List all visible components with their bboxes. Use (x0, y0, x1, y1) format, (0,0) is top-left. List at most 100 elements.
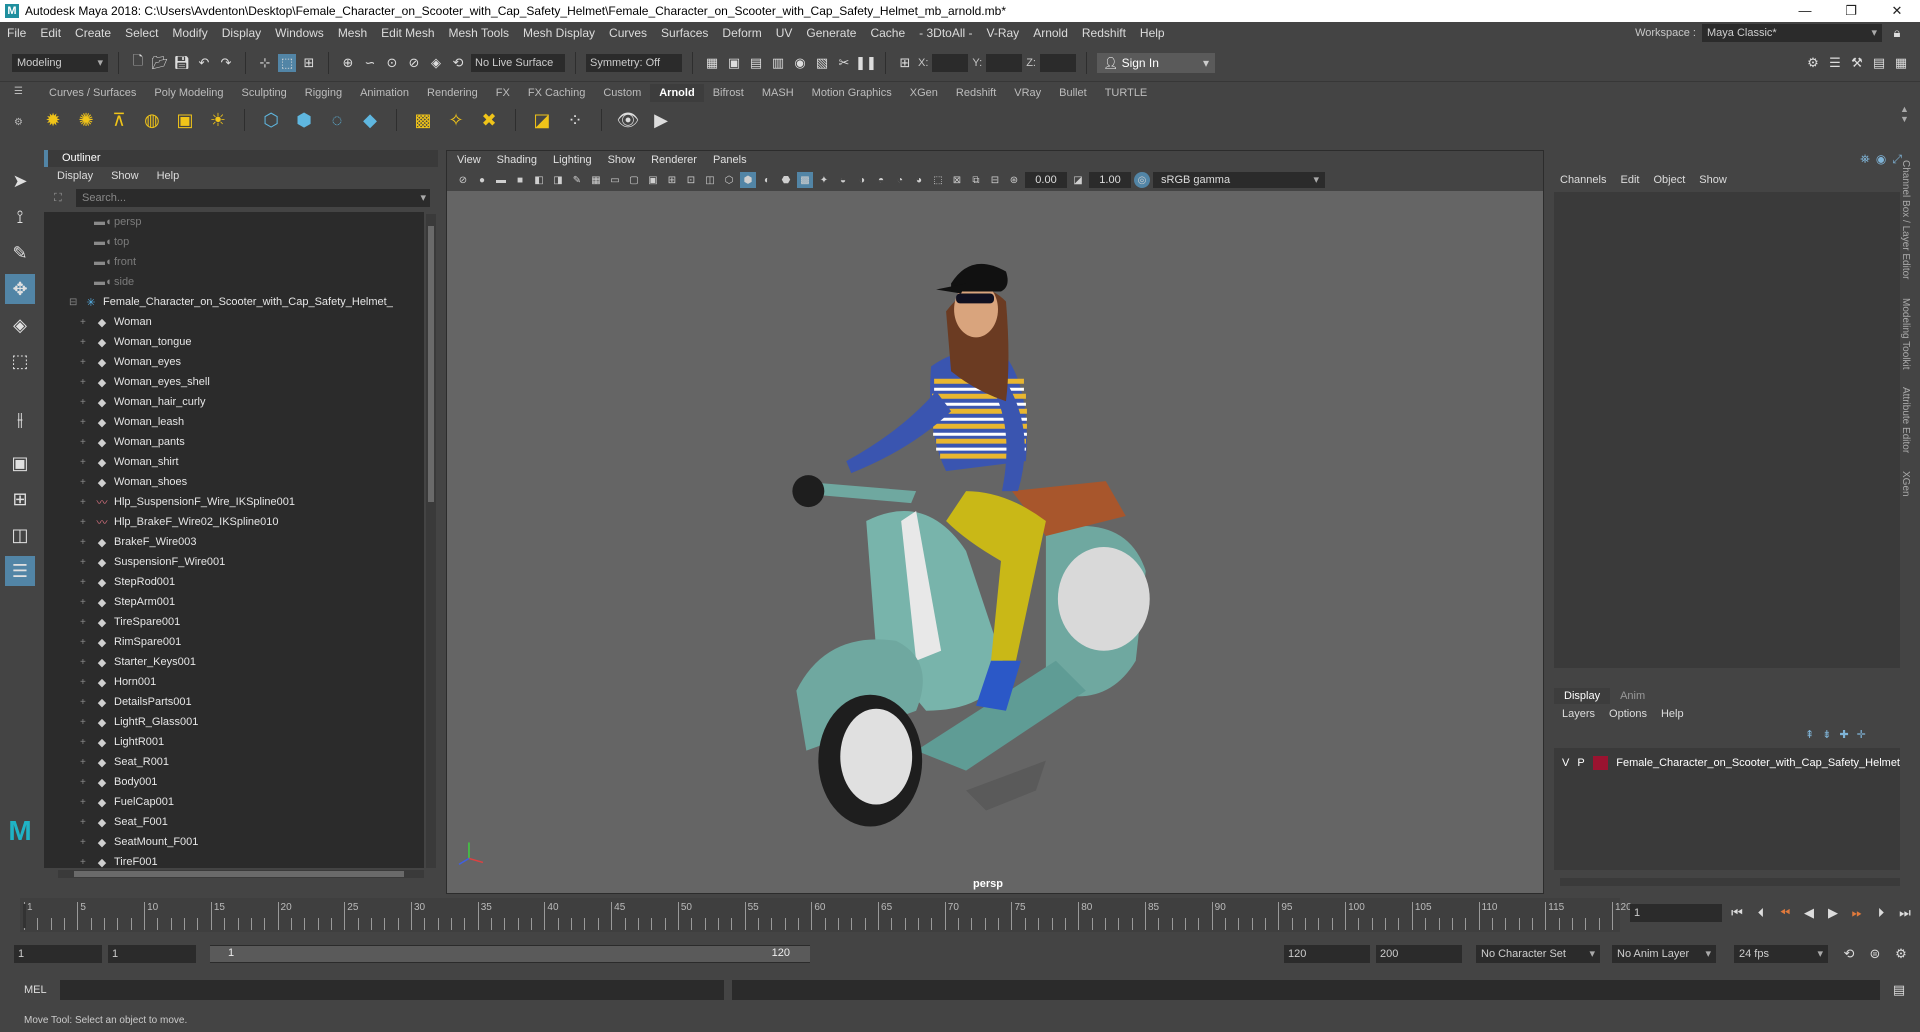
side-tab-xgen[interactable]: XGen (1900, 471, 1911, 497)
new-scene-icon[interactable]: 🗋 (129, 53, 147, 72)
shelf-tab-poly-modeling[interactable]: Poly Modeling (145, 84, 232, 102)
render-view-icon[interactable]: ▦ (703, 54, 721, 72)
shadows-icon[interactable]: ◒ (835, 172, 851, 188)
color-management-icon[interactable]: ◎ (1134, 172, 1150, 188)
exposure-field[interactable]: 0.00 (1025, 172, 1067, 188)
step-forward-frame-icon[interactable]: ⏩︎ (1848, 904, 1866, 922)
layer-name[interactable]: Female_Character_on_Scooter_with_Cap_Saf… (1616, 757, 1900, 769)
outliner-item[interactable]: ▬◖ top (44, 232, 424, 252)
playback-end-field[interactable]: 120 (1284, 945, 1370, 963)
physical-sky-icon[interactable]: ☀ (205, 107, 231, 133)
outliner-item[interactable]: + ◆ Woman (44, 312, 424, 332)
new-layer-selected-icon[interactable]: ✛ (1857, 728, 1866, 741)
shelf-tab-motion-graphics[interactable]: Motion Graphics (803, 84, 901, 102)
bookmark-icon[interactable]: ■ (512, 172, 528, 188)
menu-surfaces[interactable]: Surfaces (654, 26, 715, 40)
viewport-scene[interactable] (447, 191, 1543, 893)
channel-menu-object[interactable]: Object (1653, 174, 1685, 186)
expand-icon[interactable]: + (80, 357, 90, 368)
expand-icon[interactable]: + (80, 617, 90, 628)
close-button[interactable]: ✕ (1874, 0, 1920, 22)
shelf-tab-mash[interactable]: MASH (753, 84, 803, 102)
ipr-render-icon[interactable]: ▤ (747, 54, 765, 72)
render-settings-icon[interactable]: ▥ (769, 54, 787, 72)
view-transform-dropdown[interactable]: sRGB gamma (1153, 172, 1325, 188)
menu-edit-mesh[interactable]: Edit Mesh (374, 26, 441, 40)
snap-view-icon[interactable]: ⊘ (405, 54, 423, 72)
resolution-gate-icon[interactable]: ▢ (626, 172, 642, 188)
select-component-icon[interactable]: ⊞ (300, 54, 318, 72)
playblast-icon[interactable]: ▶ (648, 107, 674, 133)
outliner-vertical-scrollbar[interactable] (426, 214, 436, 868)
go-to-end-icon[interactable]: ⏭ (1896, 904, 1914, 922)
select-tool-icon[interactable]: ➤ (5, 166, 35, 196)
attribute-editor-icon[interactable]: ☰ (1826, 54, 1844, 72)
menu-cache[interactable]: Cache (863, 26, 912, 40)
xray-icon[interactable]: ⊠ (949, 172, 965, 188)
expand-icon[interactable]: + (80, 637, 90, 648)
viewport-menu-view[interactable]: View (457, 154, 481, 166)
motion-blur-icon[interactable]: ◓ (873, 172, 889, 188)
expand-icon[interactable]: + (80, 857, 90, 868)
menu-deform[interactable]: Deform (715, 26, 768, 40)
viewport-menu-shading[interactable]: Shading (497, 154, 537, 166)
shelf-tab-sculpting[interactable]: Sculpting (233, 84, 296, 102)
script-editor-icon[interactable]: ▤ (1890, 981, 1908, 999)
layer-menu-layers[interactable]: Layers (1562, 708, 1595, 720)
layer-menu-options[interactable]: Options (1609, 708, 1647, 720)
layer-color-swatch[interactable] (1592, 756, 1609, 770)
menu-arnold[interactable]: Arnold (1026, 26, 1075, 40)
play-backwards-icon[interactable]: ◀ (1800, 904, 1818, 922)
shelf-tab-redshift[interactable]: Redshift (947, 84, 1005, 102)
arnold-render-icon[interactable]: ▧ (813, 54, 831, 72)
shelf-tab-curves-surfaces[interactable]: Curves / Surfaces (40, 84, 145, 102)
expand-icon[interactable]: + (80, 337, 90, 348)
snap-surface-icon[interactable]: ◈ (427, 54, 445, 72)
layer-horizontal-scrollbar[interactable] (1560, 878, 1900, 886)
step-back-key-icon[interactable]: ⏴ (1752, 904, 1770, 922)
outliner-item[interactable]: + ◆ Woman_tongue (44, 332, 424, 352)
shelf-menu-icon[interactable]: ☰ (14, 86, 30, 97)
y-field[interactable] (986, 53, 1023, 72)
shelf-settings-icon[interactable]: ⚙ (14, 117, 30, 128)
display-layer-row[interactable]: V P Female_Character_on_Scooter_with_Cap… (1554, 754, 1900, 772)
menu-redshift[interactable]: Redshift (1075, 26, 1133, 40)
outliner-item[interactable]: ⊟ ✳ Female_Character_on_Scooter_with_Cap_S… (44, 292, 424, 312)
maximize-button[interactable]: ❐ (1828, 0, 1874, 22)
select-hierarchy-icon[interactable]: ⊹ (256, 54, 274, 72)
channel-menu-show[interactable]: Show (1699, 174, 1727, 186)
outliner-menu-display[interactable]: Display (57, 170, 93, 182)
expand-icon[interactable]: + (80, 577, 90, 588)
shelf-tab-bifrost[interactable]: Bifrost (704, 84, 753, 102)
play-forwards-icon[interactable]: ▶ (1824, 904, 1842, 922)
animation-start-field[interactable]: 1 (14, 945, 102, 963)
tab-display[interactable]: Display (1554, 688, 1611, 704)
current-time-indicator[interactable] (23, 904, 26, 928)
outliner-layout-icon[interactable]: ☰ (5, 556, 35, 586)
expand-icon[interactable]: + (80, 417, 90, 428)
tab-anim[interactable]: Anim (1610, 688, 1655, 704)
outliner-item[interactable]: + ◆ TireF001 (44, 852, 424, 868)
outliner-item[interactable]: ▬◖ persp (44, 212, 424, 232)
menu-select[interactable]: Select (118, 26, 165, 40)
menu-generate[interactable]: Generate (799, 26, 863, 40)
camera-attributes-icon[interactable]: ▬ (493, 172, 509, 188)
outliner-toggle-icon[interactable]: ▦ (1892, 54, 1910, 72)
expand-icon[interactable]: + (80, 737, 90, 748)
menu-help[interactable]: Help (1133, 26, 1172, 40)
outliner-item[interactable]: + ◆ SeatMount_F001 (44, 832, 424, 852)
range-bar-handle[interactable] (210, 946, 810, 962)
channel-menu-channels[interactable]: Channels (1560, 174, 1606, 186)
playback-start-field[interactable]: 1 (108, 945, 196, 963)
command-input[interactable] (60, 980, 724, 1000)
go-to-start-icon[interactable]: ⏮ (1728, 904, 1746, 922)
shelf-tab-xgen[interactable]: XGen (901, 84, 947, 102)
snap-pivot-icon[interactable]: ⟲ (449, 54, 467, 72)
isolate-select-icon[interactable]: ⬚ (930, 172, 946, 188)
scale-tool-icon[interactable]: ⬚ (5, 346, 35, 376)
outliner-search-input[interactable]: Search... (76, 189, 430, 207)
shelf-scroll-arrows[interactable]: ▲ ▼ (1900, 104, 1909, 124)
mesh-light-icon[interactable]: ✺ (73, 107, 99, 133)
expand-icon[interactable]: + (80, 377, 90, 388)
shelf-tab-rendering[interactable]: Rendering (418, 84, 487, 102)
